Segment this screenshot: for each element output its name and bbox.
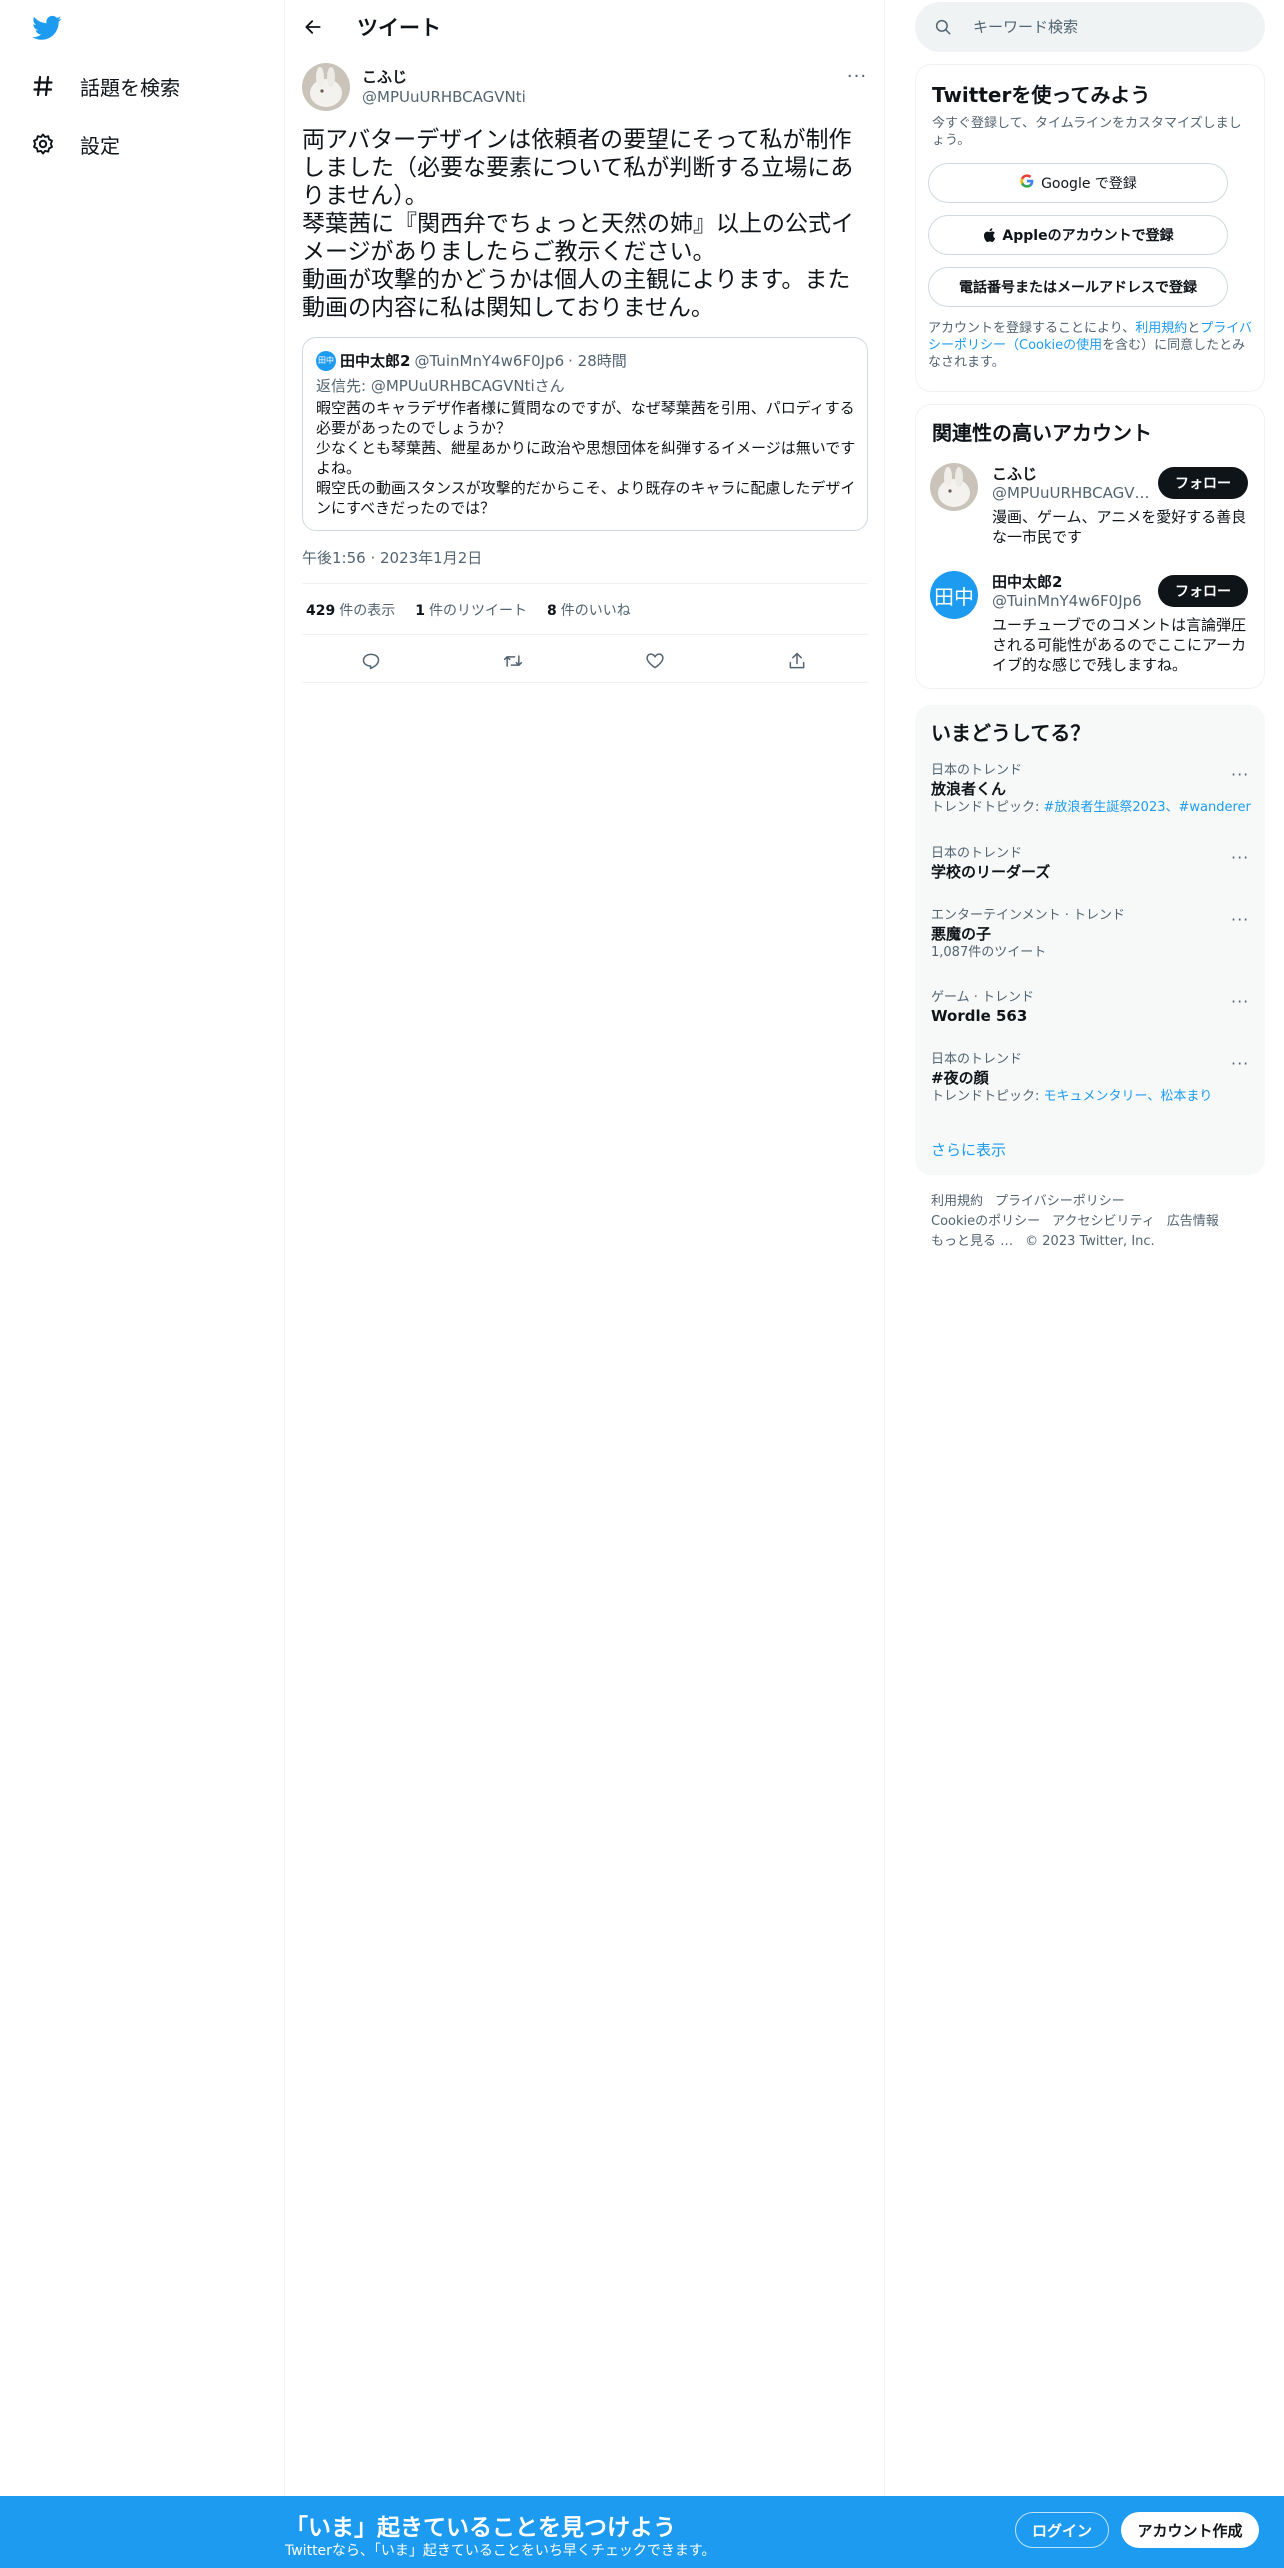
- related-name[interactable]: 田中太郎2: [992, 571, 1062, 592]
- related-avatar-kofuji[interactable]: [930, 463, 978, 511]
- tweet-stats: 429 件の表示 1 件のリツイート 8 件のいいね: [306, 600, 651, 620]
- bottom-bar-title: 「いま」起きていることを見つけよう: [285, 2515, 676, 2541]
- related-name[interactable]: こふじ: [992, 463, 1037, 484]
- quoted-author-handle: @TuinMnY4w6F0Jp6: [414, 351, 565, 370]
- signup-legal-note: アカウントを登録することにより、利用規約とプライバシーポリシー（Cookieの使…: [928, 321, 1253, 370]
- share-icon[interactable]: [781, 645, 813, 677]
- terms-link[interactable]: 利用規約: [1135, 321, 1187, 336]
- related-bio: 漫画、ゲーム、アニメを愛好する善良な一市民です: [992, 508, 1247, 546]
- back-arrow-icon[interactable]: [297, 11, 329, 43]
- search-input[interactable]: [973, 18, 1253, 36]
- divider: [302, 682, 868, 683]
- page-title: ツイート: [357, 16, 441, 40]
- footer-link[interactable]: 利用規約: [931, 1192, 983, 1212]
- footer-links: 利用規約 プライバシーポリシー Cookieのポリシー アクセシビリティ 広告情報 も…: [931, 1192, 1261, 1252]
- search-icon: [933, 17, 953, 37]
- likes-count[interactable]: 8 件のいいね: [547, 600, 631, 620]
- hashtag-icon: [30, 73, 56, 99]
- search-bar[interactable]: [915, 2, 1265, 52]
- retweets-count[interactable]: 1 件のリツイート: [415, 600, 527, 620]
- trend-item[interactable]: 日本のトレンド 学校のリーダーズ ···: [931, 846, 1251, 882]
- follow-button[interactable]: フォロー: [1158, 467, 1248, 499]
- trends-title: いまどうしてる？: [931, 721, 1091, 745]
- google-signup-label: Google で登録: [1041, 176, 1137, 192]
- gear-icon: [30, 131, 56, 157]
- footer-link[interactable]: もっと見る …: [931, 1232, 1013, 1252]
- signup-subtitle: 今すぐ登録して、タイムラインをカスタマイズしましょう。: [932, 116, 1242, 148]
- author-handle[interactable]: @MPUuURHBCAGVNti: [362, 88, 526, 106]
- related-bio: ユーチューブでのコメントは言論弾圧される可能性があるのでここにアーカイブ的な感じ…: [992, 616, 1247, 674]
- tweet-actions: [302, 645, 868, 677]
- phone-email-signup-button[interactable]: 電話番号またはメールアドレスで登録: [928, 267, 1228, 307]
- left-nav: 話題を検索 設定: [0, 0, 285, 2496]
- more-options-icon[interactable]: ···: [1231, 992, 1249, 1011]
- trend-item[interactable]: ゲーム · トレンド Wordle 563 ···: [931, 990, 1251, 1026]
- trend-item[interactable]: 日本のトレンド #夜の顔 トレンドトピック: モキュメンタリー、松本まり ···: [931, 1052, 1251, 1106]
- quoted-reply-to: 返信先: @MPUuURHBCAGVNtiさん: [316, 377, 565, 395]
- copyright: © 2023 Twitter, Inc.: [1025, 1234, 1155, 1249]
- footer-link[interactable]: アクセシビリティ: [1052, 1212, 1155, 1232]
- retweet-icon[interactable]: [497, 645, 529, 677]
- more-options-icon[interactable]: ···: [1231, 765, 1249, 784]
- tweet-timestamp[interactable]: 午後1:56 · 2023年1月2日: [302, 547, 482, 568]
- trend-item[interactable]: 日本のトレンド 放浪者くん トレンドトピック: #放浪者生誕祭2023、#wan…: [931, 763, 1251, 817]
- like-icon[interactable]: [639, 645, 671, 677]
- google-icon: [1019, 173, 1035, 193]
- more-options-icon[interactable]: ···: [845, 66, 869, 87]
- quoted-tweet[interactable]: 田中 田中太郎2 @TuinMnY4w6F0Jp6 · 28時間 返信先: @M…: [302, 337, 868, 531]
- views-count: 429 件の表示: [306, 603, 396, 619]
- create-account-button[interactable]: アカウント作成: [1121, 2512, 1259, 2548]
- related-handle[interactable]: @MPUuURHBCAGVNti: [992, 484, 1150, 502]
- related-title: 関連性の高いアカウント: [932, 421, 1152, 445]
- more-options-icon[interactable]: ···: [1231, 1054, 1249, 1073]
- signup-card: Twitterを使ってみよう 今すぐ登録して、タイムラインをカスタマイズしましょ…: [915, 64, 1265, 392]
- apple-icon: [982, 227, 996, 243]
- footer-link[interactable]: プライバシーポリシー: [995, 1192, 1125, 1212]
- divider: [302, 583, 868, 584]
- apple-signup-button[interactable]: Appleのアカウントで登録: [928, 215, 1228, 255]
- reply-icon[interactable]: [355, 645, 387, 677]
- google-signup-button[interactable]: Google で登録: [928, 163, 1228, 203]
- more-options-icon[interactable]: ···: [1231, 848, 1249, 867]
- related-accounts-card: 関連性の高いアカウント こふじ @MPUuURHBCAGVNti 漫画、ゲーム、…: [915, 404, 1265, 689]
- signup-title: Twitterを使ってみよう: [932, 83, 1151, 107]
- quoted-author-name: 田中太郎2: [340, 352, 411, 370]
- quoted-time: · 28時間: [568, 352, 627, 370]
- more-options-icon[interactable]: ···: [1231, 910, 1249, 929]
- show-more-link[interactable]: さらに表示: [931, 1139, 1006, 1160]
- cookie-link[interactable]: Cookieの使用: [1019, 338, 1102, 353]
- apple-signup-label: Appleのアカウントで登録: [1002, 228, 1174, 244]
- nav-explore[interactable]: 話題を検索: [30, 66, 180, 106]
- author-avatar[interactable]: [302, 63, 350, 111]
- follow-button[interactable]: フォロー: [1158, 575, 1248, 607]
- nav-settings[interactable]: 設定: [30, 124, 120, 164]
- divider: [302, 634, 868, 635]
- nav-explore-label: 話題を検索: [80, 75, 180, 100]
- footer-link[interactable]: 広告情報: [1167, 1212, 1219, 1232]
- related-avatar-tanaka[interactable]: 田中: [930, 571, 978, 619]
- tweet-text: 両アバターデザインは依頼者の要望にそって私が制作しました（必要な要素について私が…: [302, 127, 854, 321]
- nav-settings-label: 設定: [80, 133, 120, 158]
- footer-link[interactable]: Cookieのポリシー: [931, 1212, 1040, 1232]
- login-button[interactable]: ログイン: [1015, 2512, 1109, 2548]
- trend-item[interactable]: エンターテインメント · トレンド 悪魔の子 1,087件のツイート ···: [931, 908, 1251, 962]
- bottom-bar-subtitle: Twitterなら、「いま」起きていることをいち早くチェックできます。: [285, 2543, 716, 2559]
- phone-email-signup-label: 電話番号またはメールアドレスで登録: [959, 280, 1197, 296]
- main-column: ツイート こふじ @MPUuURHBCAGVNti ··· 両アバターデザインは…: [285, 0, 885, 2496]
- trends-card: いまどうしてる？ 日本のトレンド 放浪者くん トレンドトピック: #放浪者生誕祭…: [915, 705, 1265, 1175]
- related-handle[interactable]: @TuinMnY4w6F0Jp6: [992, 592, 1150, 610]
- quoted-avatar: 田中: [316, 350, 336, 371]
- twitter-logo-icon[interactable]: [30, 13, 64, 43]
- bottom-signup-bar: 「いま」起きていることを見つけよう Twitterなら、「いま」起きていることを…: [0, 2496, 1284, 2568]
- author-name[interactable]: こふじ: [362, 66, 407, 87]
- quoted-text: 暇空茜のキャラデザ作者様に質問なのですが、なぜ琴葉茜を引用、パロディする必要があ…: [316, 399, 856, 517]
